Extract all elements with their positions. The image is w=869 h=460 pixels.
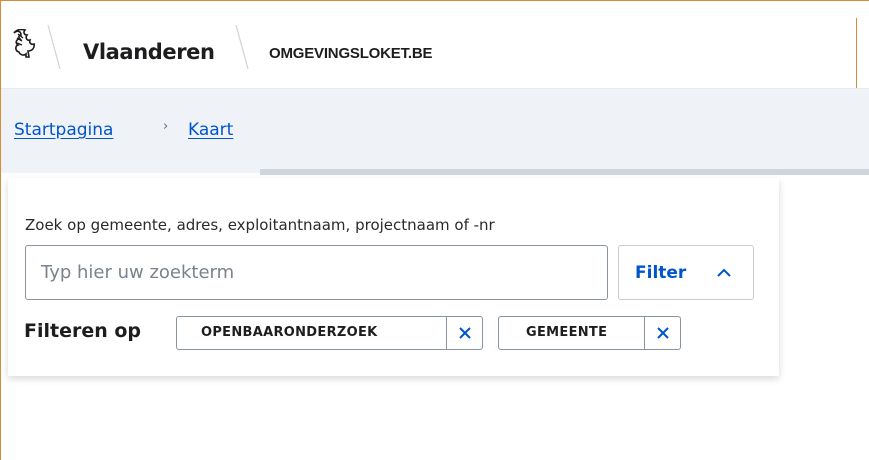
remove-filter-button[interactable] — [447, 317, 483, 349]
header-divider — [47, 25, 61, 69]
filter-chip-label: GEMEENTE — [526, 325, 608, 340]
flemish-lion-icon[interactable] — [9, 29, 41, 59]
close-icon — [459, 327, 471, 339]
breadcrumb — [1, 89, 869, 173]
close-icon — [657, 327, 669, 339]
search-input[interactable] — [25, 245, 608, 300]
site-header: Vlaanderen OMGEVINGSLOKET.BE — [1, 1, 869, 89]
filter-button[interactable]: Filter — [618, 245, 754, 300]
chevron-up-icon — [717, 268, 731, 277]
filter-button-label: Filter — [635, 263, 687, 283]
breadcrumb-divider — [260, 169, 869, 175]
filter-chip-gemeente: GEMEENTE — [498, 316, 681, 350]
filter-chip-label: OPENBAARONDERZOEK — [201, 325, 378, 340]
filter-chip-openbaaronderzoek: OPENBAARONDERZOEK — [176, 316, 483, 350]
breadcrumb-separator-icon: › — [163, 119, 169, 134]
search-label: Zoek op gemeente, adres, exploitantnaam,… — [25, 216, 495, 234]
remove-filter-button[interactable] — [645, 317, 681, 349]
breadcrumb-link-startpagina[interactable]: Startpagina — [14, 120, 113, 140]
site-name[interactable]: OMGEVINGSLOKET.BE — [269, 45, 432, 63]
filter-prefix-label: Filteren op — [24, 320, 142, 342]
brand-name[interactable]: Vlaanderen — [83, 40, 215, 64]
frame-edge — [856, 18, 857, 88]
header-divider — [235, 25, 249, 69]
breadcrumb-link-kaart[interactable]: Kaart — [188, 120, 233, 140]
